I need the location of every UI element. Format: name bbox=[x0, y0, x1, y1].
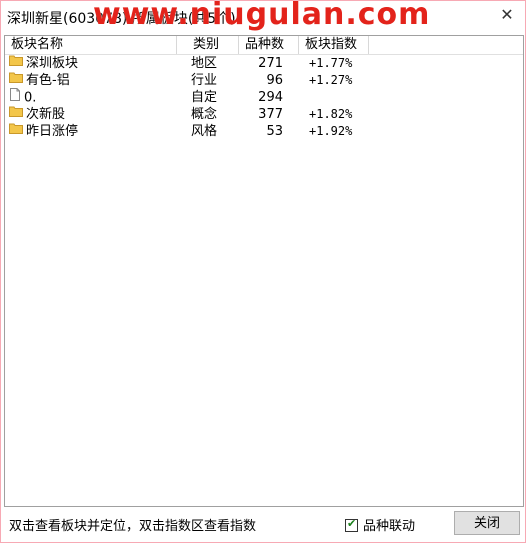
check-icon: ✔ bbox=[347, 517, 357, 530]
table-row[interactable]: 0. 自定 294 bbox=[5, 88, 523, 106]
sector-count: 271 bbox=[258, 56, 283, 71]
sector-count: 53 bbox=[266, 124, 283, 139]
table-row[interactable]: 有色-铝 行业 96 +1.27% bbox=[5, 72, 523, 89]
sector-list[interactable]: 板块名称 类别 品种数 板块指数 深圳板块 地区 271 +1.77% 有色-铝 行业 96… bbox=[4, 35, 524, 507]
table-row[interactable]: 深圳板块 地区 271 +1.77% bbox=[5, 55, 523, 72]
table-row[interactable]: 昨日涨停 风格 53 +1.92% bbox=[5, 123, 523, 140]
sector-name: 深圳板块 bbox=[9, 55, 78, 72]
column-header-index[interactable]: 板块指数 bbox=[299, 36, 369, 54]
folder-icon bbox=[9, 105, 23, 122]
sector-dialog: 深圳新星(603078) 所属板块(共5个) www.niugulan.com … bbox=[0, 0, 526, 543]
list-rows: 深圳板块 地区 271 +1.77% 有色-铝 行业 96 +1.27% 0. 自定 294 次新股 概… bbox=[5, 55, 523, 140]
checkbox-box[interactable]: ✔ bbox=[345, 517, 358, 532]
sector-index[interactable]: +1.82% bbox=[309, 106, 352, 123]
hint-text: 双击查看板块并定位，双击指数区查看指数 bbox=[9, 519, 257, 534]
close-button[interactable]: 关闭 bbox=[454, 511, 520, 535]
sector-index[interactable]: +1.27% bbox=[309, 72, 352, 89]
sector-name: 次新股 bbox=[9, 106, 65, 123]
title-bar: 深圳新星(603078) 所属板块(共5个) www.niugulan.com … bbox=[1, 0, 525, 35]
linkage-checkbox[interactable]: ✔ 品种联动 bbox=[345, 515, 415, 534]
sector-category: 地区 bbox=[191, 56, 218, 71]
sector-name: 有色-铝 bbox=[9, 72, 70, 89]
sector-category: 自定 bbox=[191, 90, 218, 105]
sector-count: 96 bbox=[266, 73, 283, 88]
sector-name-text: 0. bbox=[24, 90, 37, 106]
sector-index[interactable]: +1.92% bbox=[309, 123, 352, 140]
folder-icon bbox=[9, 71, 23, 88]
sector-name-text: 深圳板块 bbox=[26, 56, 79, 71]
watermark: www.niugulan.com bbox=[93, 0, 431, 32]
sector-index[interactable]: +1.77% bbox=[309, 55, 352, 72]
folder-icon bbox=[9, 54, 23, 71]
column-header-count[interactable]: 品种数 bbox=[239, 36, 299, 54]
column-header-category[interactable]: 类别 bbox=[177, 36, 239, 54]
folder-icon bbox=[9, 122, 23, 139]
sector-category: 风格 bbox=[191, 124, 218, 139]
sector-category: 概念 bbox=[191, 107, 218, 122]
sector-name-text: 次新股 bbox=[26, 107, 66, 122]
document-icon bbox=[9, 88, 21, 106]
sector-name: 昨日涨停 bbox=[9, 123, 78, 140]
list-header: 板块名称 类别 品种数 板块指数 bbox=[5, 36, 523, 55]
table-row[interactable]: 次新股 概念 377 +1.82% bbox=[5, 106, 523, 123]
sector-name-text: 昨日涨停 bbox=[26, 124, 79, 139]
sector-name-text: 有色-铝 bbox=[26, 73, 70, 88]
checkbox-label: 品种联动 bbox=[363, 519, 416, 534]
sector-count: 377 bbox=[258, 107, 283, 122]
close-icon[interactable]: ✕ bbox=[497, 5, 517, 25]
sector-category: 行业 bbox=[191, 73, 218, 88]
sector-count: 294 bbox=[258, 90, 283, 105]
column-header-name[interactable]: 板块名称 bbox=[5, 36, 177, 54]
